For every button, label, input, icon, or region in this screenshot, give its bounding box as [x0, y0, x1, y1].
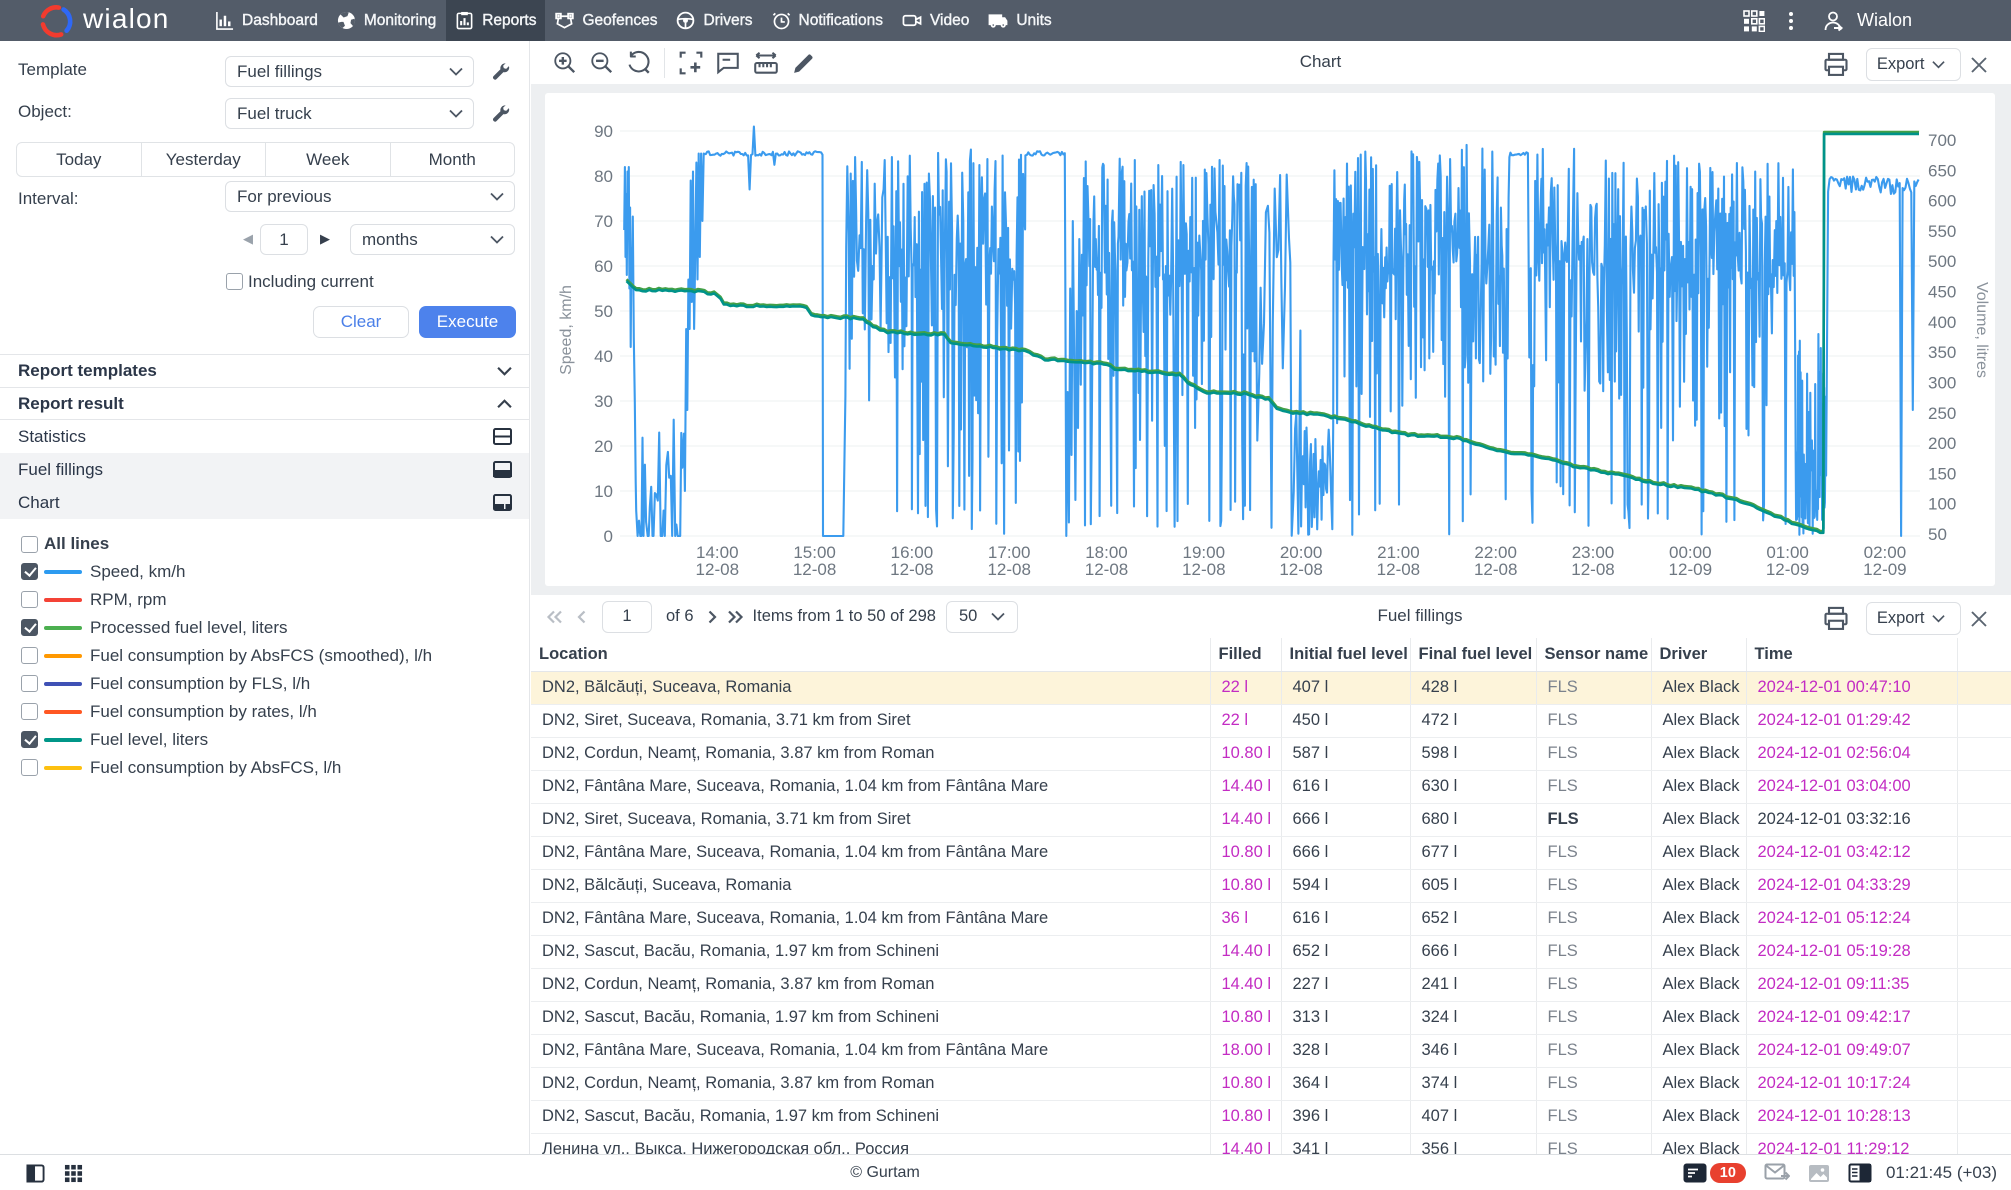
svg-text:80: 80 — [594, 167, 613, 186]
svg-text:600: 600 — [1928, 192, 1956, 211]
svg-text:700: 700 — [1928, 131, 1956, 150]
svg-text:250: 250 — [1928, 404, 1956, 423]
svg-text:10: 10 — [594, 482, 613, 501]
svg-text:12-09: 12-09 — [1669, 560, 1712, 579]
svg-text:650: 650 — [1928, 161, 1956, 180]
svg-text:100: 100 — [1928, 495, 1956, 514]
svg-text:12-08: 12-08 — [987, 560, 1030, 579]
svg-text:12-08: 12-08 — [793, 560, 836, 579]
svg-text:50: 50 — [594, 302, 613, 321]
svg-text:500: 500 — [1928, 252, 1956, 271]
svg-text:50: 50 — [1928, 525, 1947, 544]
svg-text:30: 30 — [594, 392, 613, 411]
svg-text:550: 550 — [1928, 222, 1956, 241]
svg-text:300: 300 — [1928, 374, 1956, 393]
svg-text:12-08: 12-08 — [890, 560, 933, 579]
svg-text:20: 20 — [594, 437, 613, 456]
svg-text:400: 400 — [1928, 313, 1956, 332]
svg-text:12-09: 12-09 — [1863, 560, 1906, 579]
svg-text:450: 450 — [1928, 283, 1956, 302]
svg-text:12-08: 12-08 — [1377, 560, 1420, 579]
svg-text:0: 0 — [604, 527, 613, 546]
svg-text:150: 150 — [1928, 464, 1956, 483]
svg-text:70: 70 — [594, 212, 613, 231]
svg-text:12-09: 12-09 — [1766, 560, 1809, 579]
svg-text:60: 60 — [594, 257, 613, 276]
svg-text:12-08: 12-08 — [696, 560, 739, 579]
svg-text:200: 200 — [1928, 434, 1956, 453]
svg-text:40: 40 — [594, 347, 613, 366]
svg-text:90: 90 — [594, 122, 613, 141]
svg-text:12-08: 12-08 — [1474, 560, 1517, 579]
svg-text:12-08: 12-08 — [1085, 560, 1128, 579]
svg-text:Volume, litres: Volume, litres — [1973, 282, 1990, 378]
svg-text:Speed, km/h: Speed, km/h — [558, 285, 575, 375]
svg-text:12-08: 12-08 — [1571, 560, 1614, 579]
svg-text:350: 350 — [1928, 343, 1956, 362]
svg-text:12-08: 12-08 — [1182, 560, 1225, 579]
svg-text:12-08: 12-08 — [1279, 560, 1322, 579]
